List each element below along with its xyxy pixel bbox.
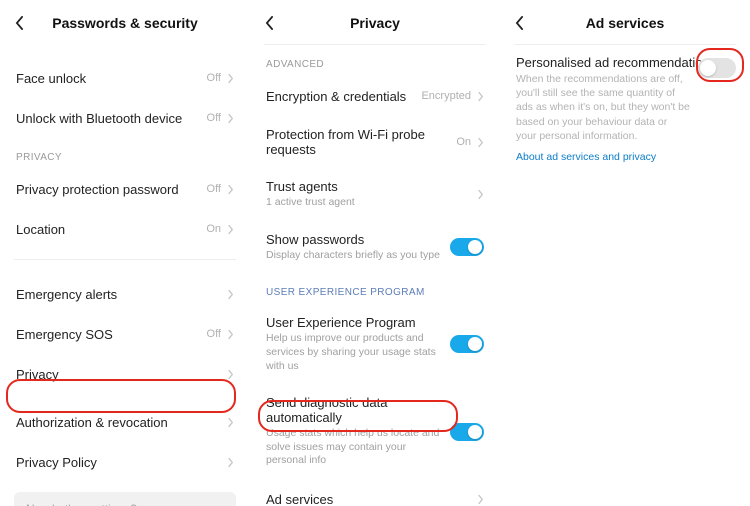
subtitle: Display characters briefly as you type bbox=[266, 249, 450, 263]
item-user-experience-program[interactable]: User Experience Program Help us improve … bbox=[250, 304, 500, 384]
header: Passwords & security bbox=[0, 0, 250, 44]
value: Off bbox=[207, 183, 221, 195]
item-privacy[interactable]: Privacy bbox=[0, 354, 250, 394]
section-uep-header: USER EXPERIENCE PROGRAM bbox=[250, 273, 500, 304]
search-other-settings[interactable]: Need other settings? bbox=[14, 492, 236, 506]
item-emergency-alerts[interactable]: Emergency alerts bbox=[0, 274, 250, 314]
label: Face unlock bbox=[16, 71, 207, 86]
item-encryption-credentials[interactable]: Encryption & credentials Encrypted bbox=[250, 76, 500, 116]
screen-privacy: Privacy ADVANCED Encryption & credential… bbox=[250, 0, 500, 506]
page-title: Ad services bbox=[500, 15, 750, 31]
toggle-diagnostic[interactable] bbox=[450, 423, 484, 441]
label: Location bbox=[16, 222, 206, 237]
value: Off bbox=[207, 328, 221, 340]
item-location[interactable]: Location On bbox=[0, 209, 250, 249]
label: Unlock with Bluetooth device bbox=[16, 111, 207, 126]
subtitle: Usage stats which help us locate and sol… bbox=[266, 427, 450, 468]
label: Emergency alerts bbox=[16, 287, 227, 302]
item-privacy-policy[interactable]: Privacy Policy bbox=[0, 442, 250, 482]
label: Privacy protection password bbox=[16, 182, 207, 197]
item-bluetooth-unlock[interactable]: Unlock with Bluetooth device Off bbox=[0, 98, 250, 138]
item-privacy-protection-password[interactable]: Privacy protection password Off bbox=[0, 169, 250, 209]
label: Encryption & credentials bbox=[266, 89, 421, 104]
item-face-unlock[interactable]: Face unlock Off bbox=[0, 58, 250, 98]
chevron-right-icon bbox=[227, 113, 234, 124]
subtitle: 1 active trust agent bbox=[266, 196, 477, 210]
chevron-right-icon bbox=[477, 137, 484, 148]
chevron-right-icon bbox=[227, 369, 234, 380]
label: Trust agents bbox=[266, 179, 477, 194]
chevron-right-icon bbox=[227, 329, 234, 340]
value: On bbox=[206, 223, 221, 235]
page-title: Privacy bbox=[250, 15, 500, 31]
item-emergency-sos[interactable]: Emergency SOS Off bbox=[0, 314, 250, 354]
chevron-right-icon bbox=[477, 91, 484, 102]
chevron-right-icon bbox=[227, 289, 234, 300]
chevron-right-icon bbox=[227, 224, 234, 235]
subtitle: Help us improve our products and service… bbox=[266, 332, 450, 373]
item-send-diagnostic-data[interactable]: Send diagnostic data automatically Usage… bbox=[250, 384, 500, 479]
item-wifi-probe-protection[interactable]: Protection from Wi-Fi probe requests On bbox=[250, 116, 500, 168]
chevron-right-icon bbox=[227, 417, 234, 428]
back-icon[interactable] bbox=[262, 16, 276, 30]
header: Privacy bbox=[250, 0, 500, 44]
item-trust-agents[interactable]: Trust agents 1 active trust agent bbox=[250, 168, 500, 221]
value: On bbox=[456, 136, 471, 148]
item-show-passwords[interactable]: Show passwords Display characters briefl… bbox=[250, 221, 500, 274]
item-ad-services[interactable]: Ad services bbox=[250, 479, 500, 506]
toggle-personalised-ads[interactable] bbox=[698, 58, 736, 78]
page-title: Passwords & security bbox=[0, 15, 250, 31]
back-icon[interactable] bbox=[512, 16, 526, 30]
personalised-ads-subtitle: When the recommendations are off, you'll… bbox=[500, 72, 750, 143]
label: Privacy Policy bbox=[16, 455, 227, 470]
label: User Experience Program bbox=[266, 315, 450, 330]
item-authorization-revocation[interactable]: Authorization & revocation bbox=[0, 402, 250, 442]
toggle-uep[interactable] bbox=[450, 335, 484, 353]
section-privacy-header: PRIVACY bbox=[0, 138, 250, 169]
header: Ad services bbox=[500, 0, 750, 44]
chevron-right-icon bbox=[477, 189, 484, 200]
section-advanced-header: ADVANCED bbox=[250, 45, 500, 76]
value: Off bbox=[207, 112, 221, 124]
back-icon[interactable] bbox=[12, 16, 26, 30]
chevron-right-icon bbox=[477, 494, 484, 505]
toggle-show-passwords[interactable] bbox=[450, 238, 484, 256]
label: Emergency SOS bbox=[16, 327, 207, 342]
screen-ad-services: Ad services Personalised ad recommendati… bbox=[500, 0, 750, 506]
label: Authorization & revocation bbox=[16, 415, 227, 430]
label: Show passwords bbox=[266, 232, 450, 247]
about-ad-services-link[interactable]: About ad services and privacy bbox=[500, 143, 750, 171]
label: Ad services bbox=[266, 492, 477, 506]
chevron-right-icon bbox=[227, 457, 234, 468]
screen-passwords-security: Passwords & security Face unlock Off Unl… bbox=[0, 0, 250, 506]
value: Encrypted bbox=[421, 90, 471, 102]
value: Off bbox=[207, 72, 221, 84]
label: Send diagnostic data automatically bbox=[266, 395, 450, 425]
label: Protection from Wi-Fi probe requests bbox=[266, 127, 456, 157]
chevron-right-icon bbox=[227, 184, 234, 195]
label: Privacy bbox=[16, 367, 227, 382]
chevron-right-icon bbox=[227, 73, 234, 84]
